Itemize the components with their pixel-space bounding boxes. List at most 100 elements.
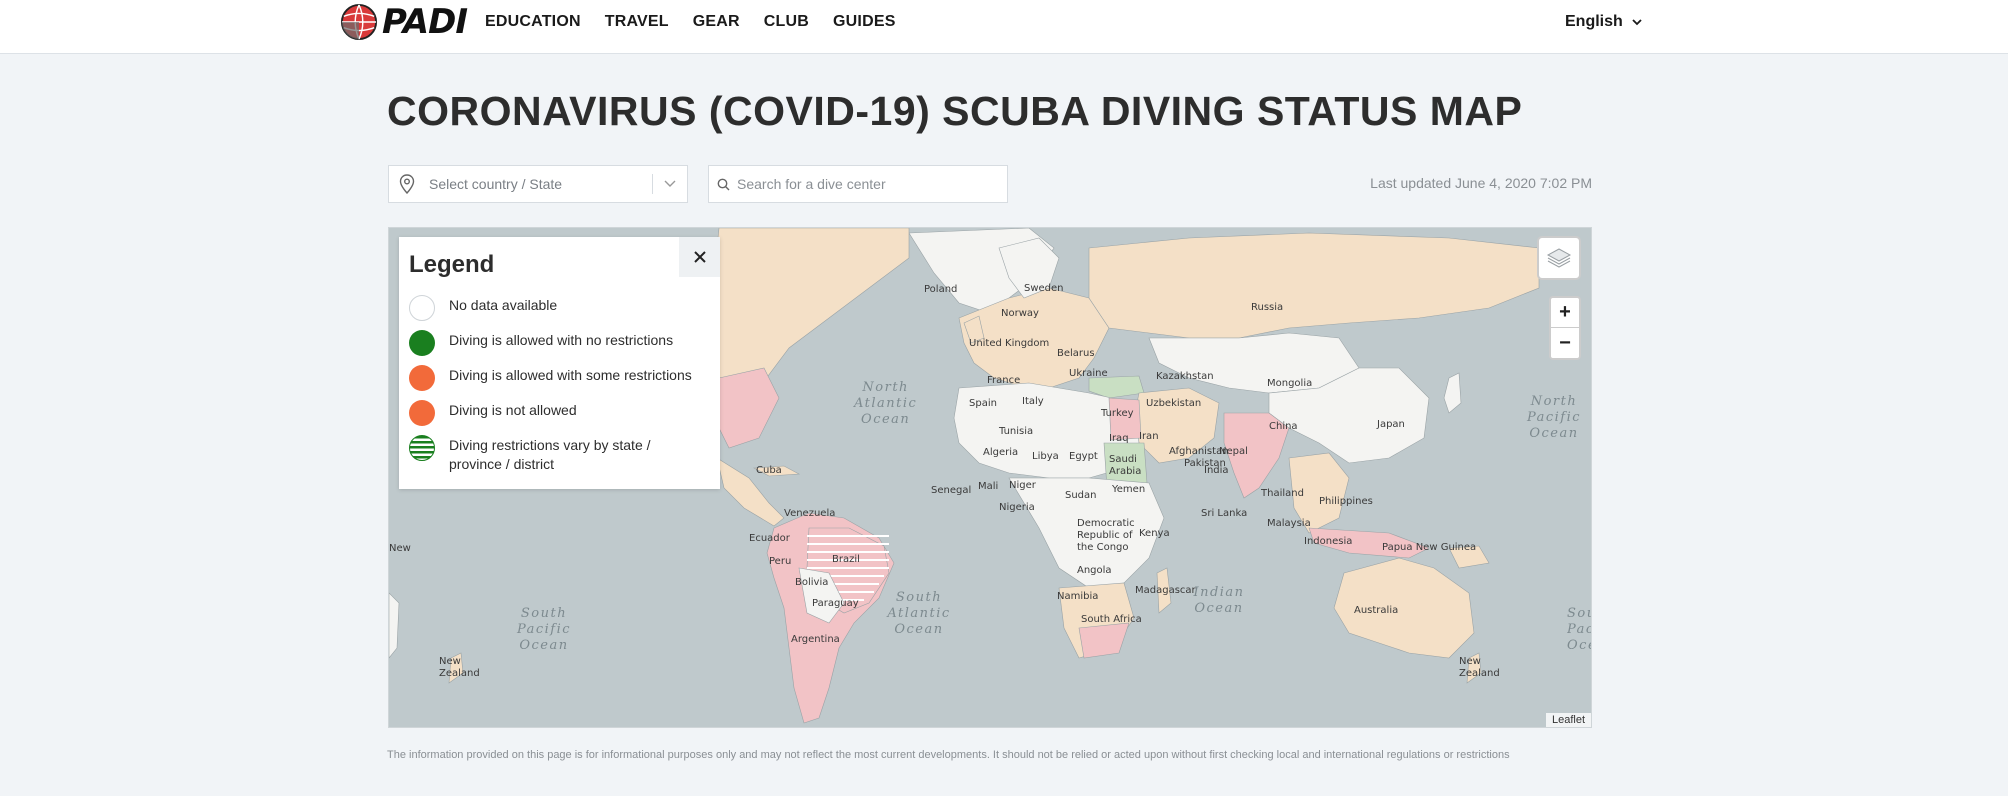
disclaimer-text: The information provided on this page is…	[387, 749, 1510, 761]
country-label: Nigeria	[999, 502, 1035, 513]
legend-label: Diving is not allowed	[449, 402, 577, 418]
legend-swatch-not-allowed	[409, 400, 435, 426]
site-header: PADI EDUCATION TRAVEL GEAR CLUB GUIDES E…	[0, 0, 2008, 54]
country-label: Venezuela	[784, 508, 836, 519]
country-label: Cuba	[756, 465, 782, 476]
chevron-down-icon[interactable]	[653, 166, 687, 202]
country-label: Libya	[1032, 451, 1059, 462]
country-select-placeholder: Select country / State	[429, 176, 563, 192]
country-label: Ecuador	[749, 533, 790, 544]
last-updated-text: Last updated June 4, 2020 7:02 PM	[1370, 175, 1592, 191]
main-nav: EDUCATION TRAVEL GEAR CLUB GUIDES	[485, 0, 896, 44]
country-label: Uzbekistan	[1146, 398, 1202, 409]
country-label: Senegal	[931, 485, 972, 496]
legend-close-button[interactable]	[679, 237, 720, 277]
country-state-select[interactable]: Select country / State	[388, 165, 688, 203]
country-label: South Africa	[1081, 614, 1142, 625]
padi-logo[interactable]: PADI	[340, 2, 468, 42]
language-selector[interactable]: English	[1565, 10, 1643, 34]
country-label: Sri Lanka	[1201, 508, 1248, 519]
country-label: Paraguay	[812, 598, 859, 609]
layers-icon	[1546, 248, 1572, 268]
legend-label: Diving is allowed with some restrictions	[449, 367, 692, 383]
zoom-out-button[interactable]: −	[1551, 328, 1579, 358]
legend-item-no-restrictions: Diving is allowed with no restrictions	[409, 330, 699, 356]
country-label: New Zealand	[439, 656, 480, 679]
nav-travel[interactable]: TRAVEL	[605, 13, 669, 31]
country-label: Mali	[978, 481, 999, 492]
close-icon	[693, 251, 706, 263]
legend-item-not-allowed: Diving is not allowed	[409, 400, 699, 426]
dive-center-search[interactable]	[708, 165, 1008, 203]
country-label: Spain	[969, 398, 997, 409]
country-label: Sudan	[1065, 490, 1097, 501]
country-label: Thailand	[1261, 488, 1304, 499]
country-label: Malaysia	[1267, 518, 1311, 529]
country-label: Turkey	[1101, 408, 1134, 419]
ocean-label-south-pacific-right: SouthPacificOcean	[1567, 606, 1592, 653]
nav-gear[interactable]: GEAR	[693, 13, 740, 31]
country-label: France	[987, 375, 1021, 386]
country-label: Iraq	[1109, 433, 1129, 444]
legend-swatch-no-data	[409, 295, 435, 321]
zoom-in-button[interactable]: +	[1551, 298, 1579, 328]
country-label: Algeria	[983, 447, 1019, 458]
legend-swatch-some-restrictions	[409, 365, 435, 391]
ocean-label-south-pacific: South Pacific Ocean	[516, 606, 572, 653]
country-label: Papua New Guinea	[1382, 542, 1477, 553]
country-label: Iran	[1139, 431, 1159, 442]
country-label: Italy	[1022, 396, 1044, 407]
legend-item-varies: Diving restrictions vary by state / prov…	[409, 435, 699, 474]
ocean-label-north-atlantic: North Atlantic Ocean	[854, 380, 918, 427]
country-label: Egypt	[1069, 451, 1098, 462]
status-map[interactable]: North Atlantic Ocean North Pacific Ocean Sou…	[388, 227, 1592, 728]
ocean-label-south-atlantic: South Atlantic Ocean	[887, 590, 951, 637]
country-label: Philippines	[1319, 496, 1373, 507]
country-label: China	[1269, 421, 1298, 432]
country-label: Norway	[1001, 308, 1039, 319]
nav-guides[interactable]: GUIDES	[833, 13, 896, 31]
country-label: Sweden	[1024, 283, 1064, 294]
country-label: Niger	[1009, 480, 1036, 491]
page-title: CORONAVIRUS (COVID-19) SCUBA DIVING STAT…	[387, 88, 1523, 134]
country-label: Belarus	[1057, 348, 1095, 359]
country-label: New	[389, 543, 411, 554]
legend-label: No data available	[449, 297, 558, 313]
country-label: Russia	[1251, 302, 1284, 313]
language-label: English	[1565, 13, 1623, 30]
country-label: Argentina	[791, 634, 840, 645]
ocean-label-indian: Indian Ocean	[1193, 585, 1245, 616]
country-label: Democratic Republic of the Congo	[1077, 518, 1135, 553]
country-label: Australia	[1354, 605, 1399, 616]
legend-label: Diving restrictions vary by state / prov…	[449, 437, 651, 472]
search-icon	[709, 166, 737, 202]
legend-swatch-varies	[409, 435, 435, 461]
country-label: New Zealand	[1459, 656, 1500, 679]
country-label: Namibia	[1057, 591, 1099, 602]
zoom-control: + −	[1549, 296, 1581, 360]
location-pin-icon	[389, 166, 425, 202]
map-legend: Legend No data available Diving is allow…	[399, 237, 720, 489]
country-label: Kenya	[1139, 528, 1170, 539]
country-label: Peru	[769, 556, 792, 567]
chevron-down-icon	[1632, 19, 1642, 26]
dive-center-search-input[interactable]	[737, 176, 1007, 192]
nav-education[interactable]: EDUCATION	[485, 13, 581, 31]
legend-title: Legend	[409, 251, 495, 278]
country-label: Ukraine	[1069, 368, 1108, 379]
logo-wordmark: PADI	[382, 2, 468, 42]
map-attribution[interactable]: Leaflet	[1545, 713, 1591, 727]
country-label: Bolivia	[795, 577, 829, 588]
country-label: Tunisia	[999, 426, 1034, 437]
nav-club[interactable]: CLUB	[764, 13, 809, 31]
country-label: United Kingdom	[969, 338, 1050, 349]
country-label: Yemen	[1112, 484, 1146, 495]
legend-item-some-restrictions: Diving is allowed with some restrictions	[409, 365, 699, 391]
legend-item-no-data: No data available	[409, 295, 699, 321]
country-label: Kazakhstan	[1156, 371, 1214, 382]
country-label: Japan	[1377, 419, 1405, 430]
country-label: India	[1204, 465, 1229, 476]
globe-logo-icon	[340, 3, 378, 41]
layers-button[interactable]	[1537, 236, 1581, 280]
legend-swatch-no-restrictions	[409, 330, 435, 356]
